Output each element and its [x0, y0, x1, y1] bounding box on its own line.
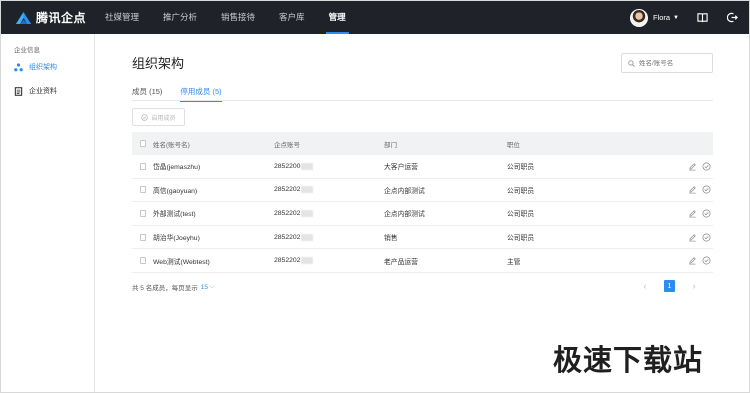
nav-item-social-media[interactable]: 社媒管理: [105, 1, 139, 34]
page-number-current[interactable]: 1: [664, 280, 675, 292]
sidebar: 企业信息 组织架构 企业资料: [1, 34, 95, 392]
member-position: 公司职员: [507, 235, 535, 243]
prev-page-icon[interactable]: ‹: [638, 281, 652, 291]
member-name: Web测试(Webtest): [153, 258, 210, 266]
sidebar-item-company-info[interactable]: 企业资料: [14, 84, 94, 98]
member-name: 高信(gaoyuan): [153, 187, 198, 195]
top-navigation-bar: 腾讯企点 社媒管理 推广分析 销售接待 客户库 管理 Flora ▼: [1, 1, 749, 34]
enable-icon[interactable]: [702, 233, 711, 242]
nav-item-sales-reception[interactable]: 销售接待: [221, 1, 255, 34]
table-row: 外部测试(test) 2852202 企点内部测试 公司职员: [132, 202, 713, 226]
member-department: 企点内部测试: [384, 187, 425, 195]
column-header-position: 职位: [507, 141, 520, 149]
members-table: 姓名(账号名) 企点账号 部门 职位 岱晶(jemaszhu) 2852200 …: [132, 132, 713, 273]
logo-icon: [15, 11, 32, 24]
member-department: 企点内部测试: [384, 211, 425, 219]
app-window: 腾讯企点 社媒管理 推广分析 销售接待 客户库 管理 Flora ▼ 企业信息: [0, 0, 750, 393]
top-right-controls: Flora ▼: [629, 1, 739, 34]
chevron-down-icon[interactable]: ▼: [673, 15, 679, 21]
tab-disabled-members[interactable]: 停用成员 (5): [180, 86, 222, 102]
edit-icon[interactable]: [688, 185, 697, 194]
sidebar-item-label: 企业资料: [29, 88, 57, 95]
redaction-mask: [301, 186, 314, 194]
column-header-name: 姓名(账号名): [153, 141, 190, 149]
table-header: 姓名(账号名) 企点账号 部门 职位: [132, 132, 713, 155]
member-account: 2852200: [274, 162, 301, 170]
member-name: 胡治华(Joeyhu): [153, 235, 200, 243]
nav-item-customer-library[interactable]: 客户库: [279, 1, 305, 34]
edit-icon[interactable]: [688, 162, 697, 171]
sidebar-item-org-structure[interactable]: 组织架构: [14, 60, 94, 74]
member-account: 2852202: [274, 233, 301, 241]
member-count-summary: 共 5 名成员，每页显示: [132, 285, 198, 292]
table-row: Web测试(Webtest) 2852202 老产品运营 主管: [132, 249, 713, 273]
book-icon[interactable]: [695, 11, 709, 25]
org-chart-icon: [14, 62, 23, 71]
logout-icon[interactable]: [725, 11, 739, 25]
member-name: 岱晶(jemaszhu): [153, 164, 201, 172]
next-page-icon[interactable]: ›: [687, 281, 701, 291]
table-row: 胡治华(Joeyhu) 2852202 销售 公司职员: [132, 226, 713, 250]
member-account: 2852202: [274, 257, 301, 265]
pagination: ‹ 1 ›: [638, 280, 701, 292]
redaction-mask: [301, 257, 314, 265]
member-name: 外部测试(test): [153, 211, 196, 219]
enable-icon[interactable]: [702, 209, 711, 218]
document-icon: [14, 86, 23, 96]
enable-member-label: 启用成员: [151, 115, 176, 122]
search-icon: [628, 59, 635, 67]
member-department: 老产品运营: [384, 258, 418, 266]
tab-members[interactable]: 成员 (15): [132, 86, 162, 101]
table-row: 岱晶(jemaszhu) 2852200 大客户运营 公司职员: [132, 155, 713, 179]
chevron-down-icon[interactable]: ⌵: [210, 284, 214, 290]
main-nav: 社媒管理 推广分析 销售接待 客户库 管理: [105, 1, 370, 34]
enable-icon[interactable]: [702, 162, 711, 171]
member-position: 公司职员: [507, 187, 535, 195]
nav-item-management[interactable]: 管理: [325, 1, 349, 34]
edit-icon[interactable]: [688, 233, 697, 242]
table-row: 高信(gaoyuan) 2852202 企点内部测试 公司职员: [132, 179, 713, 203]
check-circle-icon: [141, 113, 149, 121]
redaction-mask: [301, 162, 314, 170]
app-name: 腾讯企点: [36, 11, 87, 25]
member-department: 销售: [384, 235, 398, 243]
member-account: 2852202: [274, 186, 301, 194]
member-account: 2852202: [274, 209, 301, 217]
member-tabs: 成员 (15) 停用成员 (5): [132, 86, 713, 102]
edit-icon[interactable]: [688, 209, 697, 218]
member-position: 主管: [507, 258, 521, 266]
page-title: 组织架构: [132, 56, 185, 71]
watermark: 极速下载站: [553, 343, 704, 377]
table-footer: 共 5 名成员，每页显示 15 ⌵ ‹ 1 ›: [132, 280, 713, 294]
page-size-select[interactable]: 15: [201, 284, 208, 291]
member-position: 公司职员: [507, 211, 535, 219]
search-input[interactable]: [639, 59, 709, 67]
search-box[interactable]: [621, 53, 713, 73]
member-position: 公司职员: [507, 164, 535, 172]
enable-icon[interactable]: [702, 256, 711, 265]
edit-icon[interactable]: [688, 256, 697, 265]
column-header-account: 企点账号: [274, 141, 300, 149]
redaction-mask: [301, 233, 314, 241]
member-department: 大客户运营: [384, 164, 418, 172]
app-logo[interactable]: 腾讯企点: [15, 9, 95, 26]
user-name[interactable]: Flora: [653, 13, 670, 22]
sidebar-item-label: 组织架构: [29, 64, 57, 71]
enable-icon[interactable]: [702, 185, 711, 194]
enable-member-button[interactable]: 启用成员: [132, 108, 185, 126]
avatar[interactable]: [629, 8, 648, 27]
column-header-department: 部门: [384, 141, 397, 149]
sidebar-group-label: 企业信息: [14, 47, 40, 54]
redaction-mask: [301, 209, 314, 217]
nav-item-promotion-analysis[interactable]: 推广分析: [163, 1, 197, 34]
